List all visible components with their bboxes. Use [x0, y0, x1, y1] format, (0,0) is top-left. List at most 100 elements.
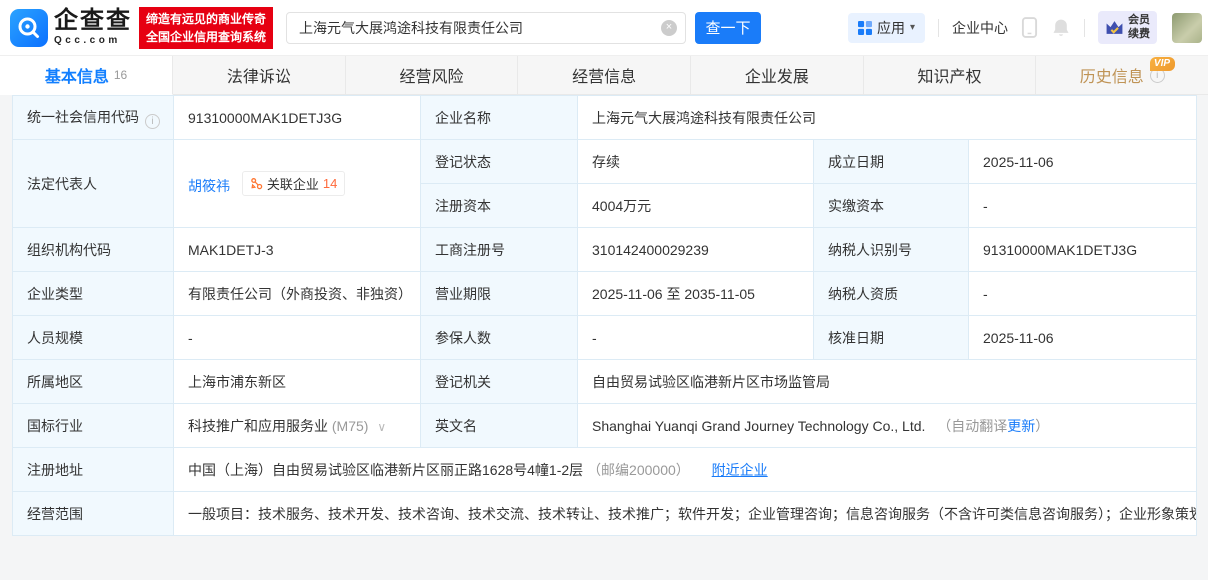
slogan-line1: 缔造有远见的商业传奇 — [146, 11, 267, 26]
table-row: 法定代表人 胡筱祎 关联企业 14 登记状态 存续 成立日期 2025-11-0… — [12, 139, 1198, 228]
approval-date-value: 2025-11-06 — [967, 315, 1198, 360]
org-code-label: 组织机构代码 — [12, 227, 174, 272]
table-row: 所属地区 上海市浦东新区 登记机关 自由贸易试验区临港新片区市场监管局 — [12, 359, 1198, 404]
clear-search-icon[interactable]: × — [661, 19, 678, 36]
brand-name: 企查查 — [54, 7, 132, 34]
tab-history-info[interactable]: VIP 历史信息 i — [1036, 56, 1208, 95]
user-avatar[interactable] — [1172, 12, 1202, 43]
brand-slogan: 缔造有远见的商业传奇 全国企业信用查询系统 — [139, 6, 274, 49]
region-label: 所属地区 — [12, 359, 174, 404]
section-tabbar: 基本信息 16 法律诉讼 经营风险 经营信息 企业发展 知识产权 VIP 历史信… — [0, 55, 1208, 95]
taxpayer-quality-label: 纳税人资质 — [813, 271, 969, 316]
credit-code-value: 91310000MAK1DETJ3G — [173, 95, 421, 140]
member-renew-label: 会员 续费 — [1128, 14, 1150, 40]
reg-status-value: 存续 — [577, 139, 814, 184]
search-input[interactable] — [286, 11, 687, 44]
reg-capital-value: 4004万元 — [577, 183, 814, 228]
magnifier-icon — [18, 17, 39, 38]
company-type-value: 有限责任公司（外商投资、非独资） — [173, 271, 421, 316]
grid-icon — [857, 20, 872, 35]
header-right: 应用 ▾ 企业中心 会员 续费 — [847, 11, 1202, 44]
divider — [1084, 18, 1085, 37]
brand-text: 企查查 Qcc.com — [54, 9, 132, 46]
approval-date-label: 核准日期 — [813, 315, 969, 360]
basic-info-section: 统一社会信用代码 i 91310000MAK1DETJ3G 企业名称 上海元气大展… — [0, 95, 1208, 536]
table-row: 企业类型 有限责任公司（外商投资、非独资） 营业期限 2025-11-06 至 … — [12, 271, 1198, 316]
search-box: × — [286, 11, 687, 44]
insured-num-label: 参保人数 — [420, 315, 578, 360]
authority-value: 自由贸易试验区临港新片区市场监管局 — [576, 359, 1198, 404]
table-row: 组织机构代码 MAK1DETJ-3 工商注册号 310142400029239 … — [12, 227, 1198, 272]
divider — [938, 18, 939, 37]
tab-intellectual-property[interactable]: 知识产权 — [863, 56, 1037, 95]
member-renew-button[interactable]: 会员 续费 — [1098, 11, 1157, 44]
vip-badge: VIP — [1149, 57, 1176, 71]
org-code-value: MAK1DETJ-3 — [173, 227, 421, 272]
biz-term-label: 营业期限 — [420, 271, 578, 316]
tab-legal-litigation[interactable]: 法律诉讼 — [173, 56, 346, 95]
industry-code: (M75) — [331, 417, 369, 434]
taxpayer-quality-value: - — [967, 271, 1198, 316]
related-count: 14 — [322, 176, 338, 191]
staff-size-value: - — [173, 315, 421, 360]
apps-menu-button[interactable]: 应用 ▾ — [847, 12, 925, 43]
crown-icon — [1106, 21, 1123, 34]
reg-capital-label: 注册资本 — [420, 183, 578, 228]
qcc-logo[interactable]: 企查查 Qcc.com — [10, 8, 132, 47]
relation-graph-icon — [251, 178, 263, 190]
table-row: 统一社会信用代码 i 91310000MAK1DETJ3G 企业名称 上海元气大展… — [12, 95, 1198, 140]
legal-rep-link[interactable]: 胡筱祎 — [188, 178, 230, 194]
chevron-down-icon: ▾ — [909, 22, 915, 33]
biz-reg-no-label: 工商注册号 — [420, 227, 578, 272]
credit-code-info-icon[interactable]: i — [145, 113, 160, 129]
establish-date-label: 成立日期 — [813, 139, 969, 184]
biz-reg-no-value: 310142400029239 — [577, 227, 814, 272]
biz-term-value: 2025-11-06 至 2035-11-05 — [577, 271, 814, 316]
brand-domain: Qcc.com — [54, 35, 121, 46]
industry-value: 科技推广和应用服务业 — [188, 417, 328, 434]
region-value: 上海市浦东新区 — [173, 359, 421, 404]
translate-update-link[interactable]: 更新 — [1007, 418, 1035, 434]
insured-num-value: - — [577, 315, 814, 360]
notifications-bell-icon[interactable] — [1051, 17, 1071, 38]
tab-basic-count: 16 — [113, 68, 128, 82]
authority-label: 登记机关 — [420, 359, 578, 404]
tab-basic-info[interactable]: 基本信息 16 — [0, 56, 173, 95]
address-cell: 中国（上海）自由贸易试验区临港新片区丽正路1628号4幢1-2层 （邮编2000… — [172, 447, 1198, 492]
company-name-label: 企业名称 — [420, 95, 578, 140]
taxpayer-id-label: 纳税人识别号 — [813, 227, 969, 272]
staff-size-label: 人员规模 — [12, 315, 174, 360]
industry-cell: 科技推广和应用服务业 (M75) ∨ — [173, 403, 421, 448]
establish-date-value: 2025-11-06 — [967, 139, 1198, 184]
paid-capital-label: 实缴资本 — [813, 183, 969, 228]
english-name-cell: Shanghai Yuanqi Grand Journey Technology… — [576, 403, 1198, 448]
nearby-companies-link[interactable]: 附近企业 — [712, 462, 768, 478]
taxpayer-id-value: 91310000MAK1DETJ3G — [967, 227, 1198, 272]
top-header: 企查查 Qcc.com 缔造有远见的商业传奇 全国企业信用查询系统 × 查一下 … — [0, 0, 1208, 55]
legal-rep-label: 法定代表人 — [12, 139, 174, 228]
company-info-table: 统一社会信用代码 i 91310000MAK1DETJ3G 企业名称 上海元气大展… — [12, 95, 1198, 536]
table-row: 国标行业 科技推广和应用服务业 (M75) ∨ 英文名 Shanghai Yua… — [12, 403, 1198, 448]
slogan-line2: 全国企业信用查询系统 — [146, 29, 267, 44]
enterprise-center-link[interactable]: 企业中心 — [952, 18, 1008, 38]
scope-label: 经营范围 — [12, 491, 174, 536]
english-name-label: 英文名 — [420, 403, 578, 448]
search-button[interactable]: 查一下 — [695, 11, 762, 44]
tab-operating-info[interactable]: 经营信息 — [518, 56, 692, 95]
tab-operating-risk[interactable]: 经营风险 — [345, 56, 519, 95]
tab-company-development[interactable]: 企业发展 — [691, 56, 864, 95]
table-row: 注册地址 中国（上海）自由贸易试验区临港新片区丽正路1628号4幢1-2层 （邮… — [12, 447, 1198, 492]
related-companies-badge[interactable]: 关联企业 14 — [241, 171, 346, 196]
company-name-value: 上海元气大展鸿途科技有限责任公司 — [576, 95, 1198, 140]
mobile-app-icon[interactable] — [1021, 16, 1038, 39]
scope-value: 一般项目：技术服务、技术开发、技术咨询、技术交流、技术转让、技术推广；软件开发；… — [172, 491, 1198, 536]
address-label: 注册地址 — [12, 447, 174, 492]
address-postcode: （邮编200000） — [587, 461, 690, 478]
search-bar: × 查一下 — [286, 11, 762, 44]
address-value: 中国（上海）自由贸易试验区临港新片区丽正路1628号4幢1-2层 — [188, 461, 584, 478]
industry-expand-chevron-icon[interactable]: ∨ — [377, 420, 386, 434]
legal-rep-cell: 胡筱祎 关联企业 14 — [173, 139, 421, 228]
english-name-value: Shanghai Yuanqi Grand Journey Technology… — [592, 417, 926, 434]
industry-label: 国标行业 — [12, 403, 174, 448]
reg-status-label: 登记状态 — [420, 139, 578, 184]
